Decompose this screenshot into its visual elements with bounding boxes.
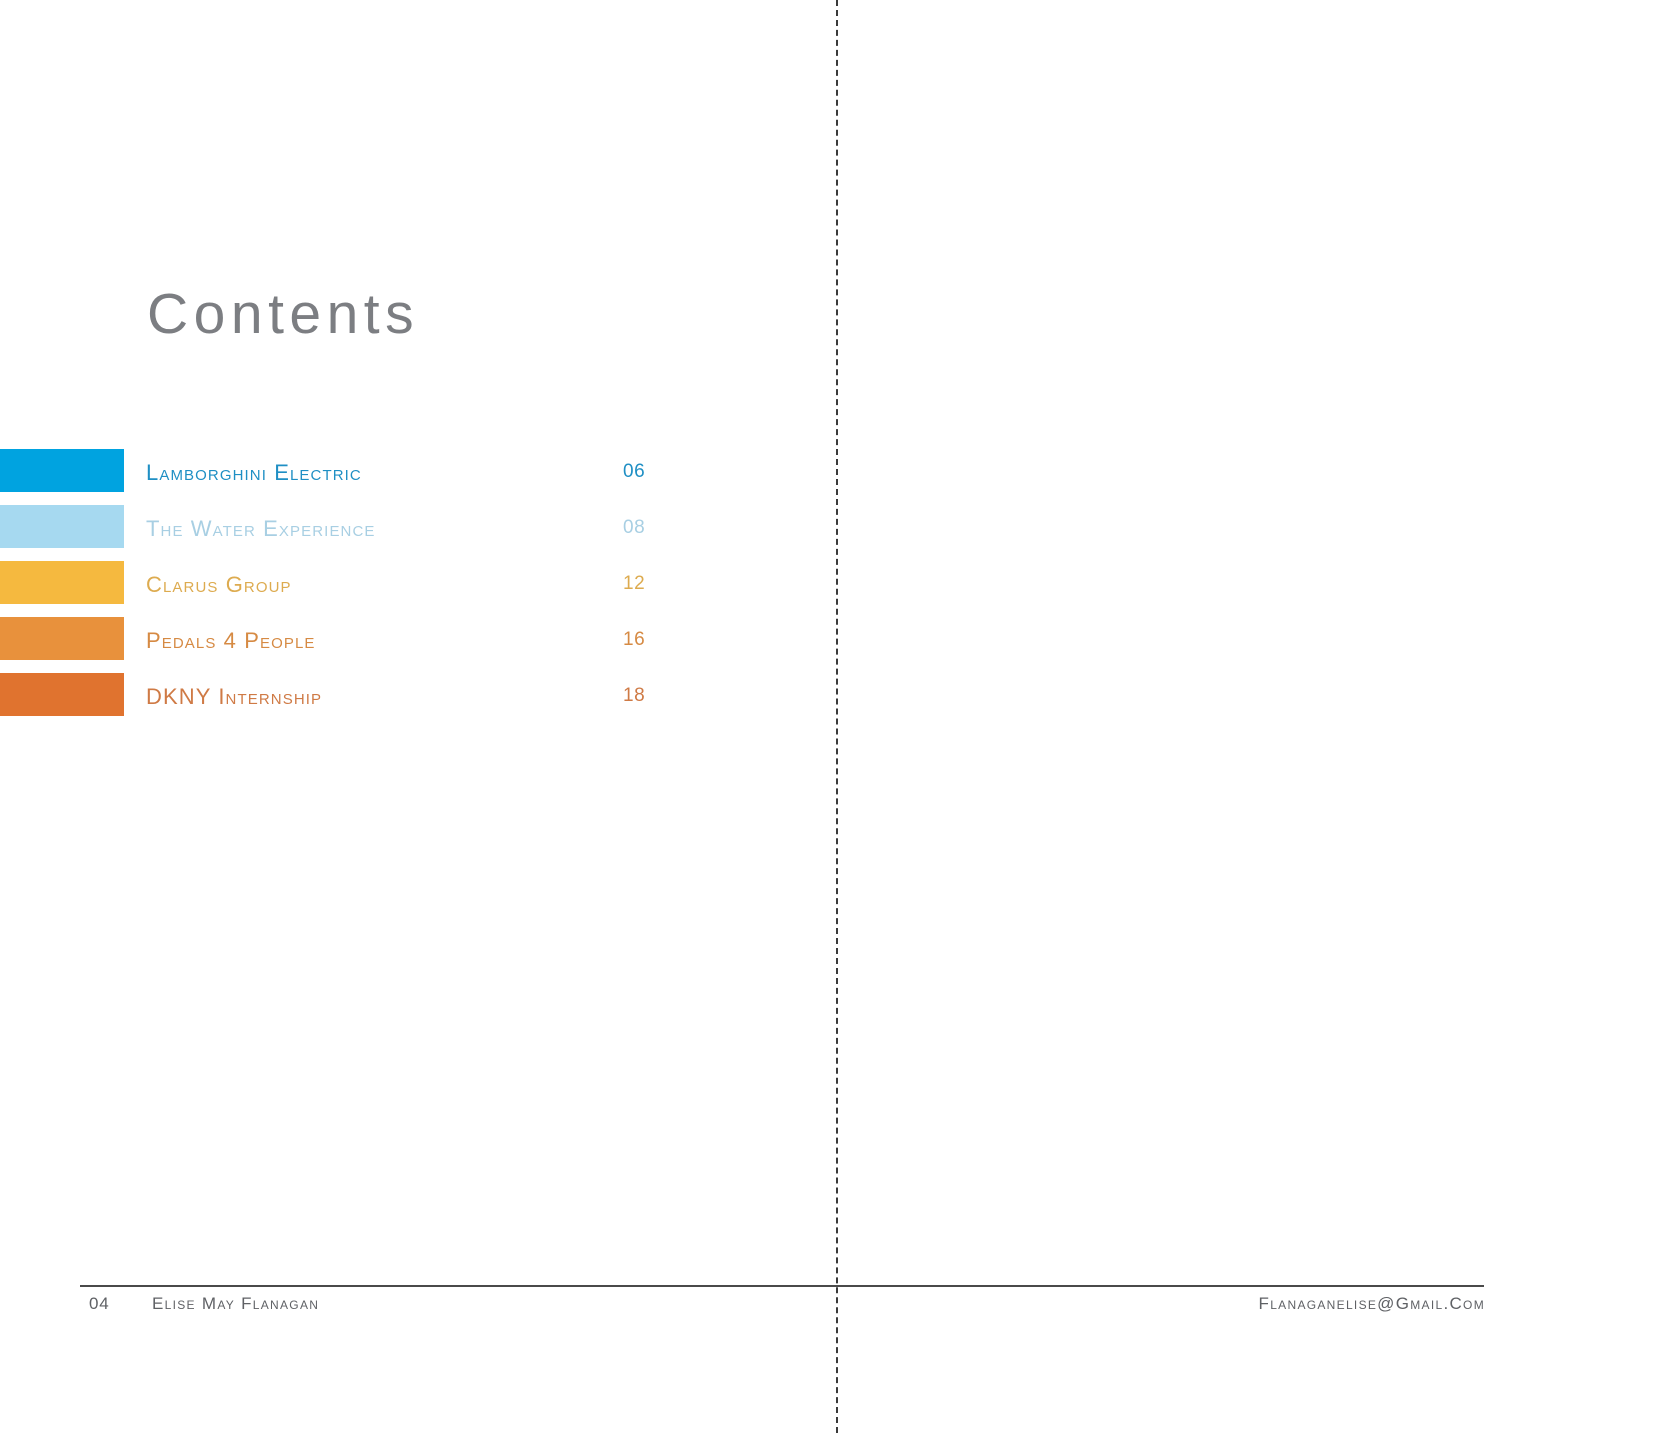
toc-item-label: The Water Experience xyxy=(146,516,376,541)
toc-item-label: Pedals 4 People xyxy=(146,628,316,653)
toc-color-swatch xyxy=(0,505,124,548)
toc-color-swatch xyxy=(0,561,124,604)
table-of-contents: Lamborghini Electric 06 The Water Experi… xyxy=(0,449,700,729)
toc-row[interactable]: Pedals 4 People 16 xyxy=(0,617,700,672)
toc-color-swatch xyxy=(0,617,124,660)
toc-color-swatch xyxy=(0,673,124,716)
footer-page-number: 04 xyxy=(89,1294,110,1313)
portfolio-spread: Contents Lamborghini Electric 06 The Wat… xyxy=(0,0,1671,1433)
footer-divider xyxy=(80,1285,1484,1287)
toc-item-label: DKNY Internship xyxy=(146,684,323,709)
toc-item-page-number: 18 xyxy=(623,685,646,706)
toc-row[interactable]: DKNY Internship 18 xyxy=(0,673,700,728)
toc-row[interactable]: Clarus Group 12 xyxy=(0,561,700,616)
toc-item-page-number: 06 xyxy=(623,461,646,482)
page-title: Contents xyxy=(147,282,420,346)
toc-item-label: Clarus Group xyxy=(146,572,292,597)
toc-row[interactable]: The Water Experience 08 xyxy=(0,505,700,560)
toc-row[interactable]: Lamborghini Electric 06 xyxy=(0,449,700,504)
right-page: This portfolio is a brief overview of cr… xyxy=(836,0,1671,1433)
toc-item-page-number: 12 xyxy=(623,573,646,594)
toc-item-label: Lamborghini Electric xyxy=(146,460,362,485)
footer-author-name: Elise May Flanagan xyxy=(152,1294,320,1313)
toc-color-swatch xyxy=(0,449,124,492)
toc-item-page-number: 16 xyxy=(623,629,646,650)
spread-gutter-fold xyxy=(836,0,838,1433)
toc-item-page-number: 08 xyxy=(623,517,646,538)
footer-email[interactable]: Flanaganelise@gmail.com xyxy=(1259,1294,1485,1314)
left-page: Contents Lamborghini Electric 06 The Wat… xyxy=(0,0,836,1433)
